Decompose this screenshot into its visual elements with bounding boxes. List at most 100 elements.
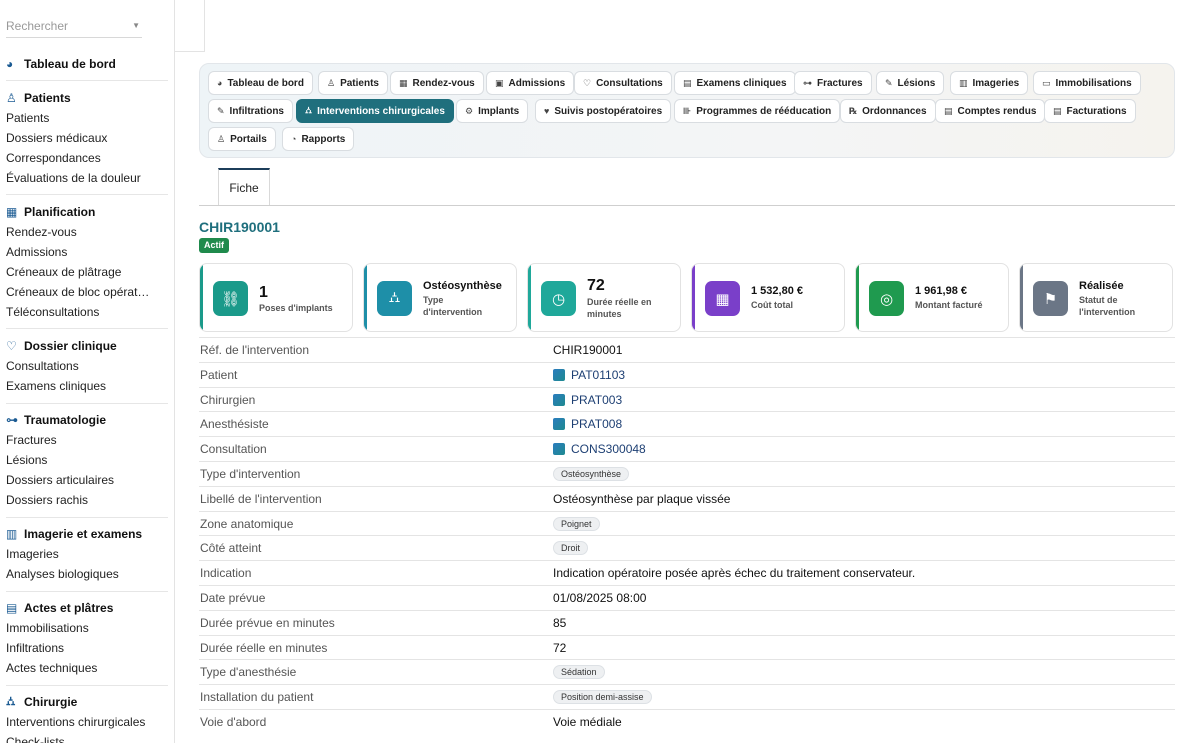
card-accent-bar bbox=[692, 264, 695, 331]
stat-card-implants: ⛓ 1 Poses d'implants bbox=[199, 263, 353, 332]
record-link[interactable]: PRAT008 bbox=[571, 417, 622, 431]
sidebar-item-examens-cliniques[interactable]: Examens cliniques bbox=[0, 376, 174, 396]
field-label: Voie d'abord bbox=[200, 715, 267, 729]
nav-button-label: Immobilisations bbox=[1055, 77, 1132, 89]
nav-button-programmes-reeducation[interactable]: ⊪ Programmes de rééducation bbox=[674, 99, 841, 123]
sidebar-item-admissions[interactable]: Admissions bbox=[0, 242, 174, 262]
nav-button-comptes-rendus[interactable]: ▤ Comptes rendus bbox=[935, 99, 1046, 123]
card-value: Ostéosynthèse bbox=[423, 280, 502, 292]
nav-button-suivis-postoperatoires[interactable]: ♥ Suivis postopératoires bbox=[535, 99, 672, 123]
sidebar-item-patients[interactable]: Patients bbox=[0, 108, 174, 128]
module-nav-panel: ◕ Tableau de bord ♙ Patients ▦ Rendez-vous … bbox=[199, 63, 1175, 158]
field-label: Type d'anesthésie bbox=[200, 665, 297, 680]
sidebar-item-dossiers-medicaux[interactable]: Dossiers médicaux bbox=[0, 128, 174, 148]
card-value: 1 bbox=[259, 284, 268, 301]
nav-button-immobilisations[interactable]: ▭ Immobilisations bbox=[1033, 71, 1141, 95]
field-value-text: Indication opératoire posée après échec … bbox=[553, 566, 916, 581]
nav-button-patients[interactable]: ♙ Patients bbox=[318, 71, 388, 95]
sidebar-item-immobilisations[interactable]: Immobilisations bbox=[0, 618, 174, 638]
search-input[interactable]: Rechercher ▼ bbox=[6, 14, 142, 38]
record-link[interactable]: CONS300048 bbox=[571, 442, 646, 456]
prescription-icon: ℞ bbox=[849, 105, 858, 116]
nav-button-interventions-chirurgicales[interactable]: ⛼ Interventions chirurgicales bbox=[296, 99, 454, 123]
sidebar-item-actes-techniques[interactable]: Actes techniques bbox=[0, 658, 174, 678]
stat-card-statut: ⚑ Réalisée Statut de l'intervention bbox=[1019, 263, 1173, 332]
nav-button-label: Rapports bbox=[301, 133, 346, 145]
field-row: Libellé de l'intervention Ostéosynthèse p… bbox=[199, 485, 1175, 511]
link-icon: ⛓ bbox=[213, 281, 248, 316]
sidebar-item-dashboard[interactable]: ◕ Tableau de bord bbox=[0, 54, 174, 74]
sidebar-item-lesions[interactable]: Lésions bbox=[0, 450, 174, 470]
field-label: Chirurgien bbox=[200, 392, 256, 407]
card-label: Durée réelle en minutes bbox=[587, 297, 652, 319]
field-row: Zone anatomique Poignet bbox=[199, 510, 1175, 536]
sidebar-group-chirurgie: ⛼ Chirurgie Interventions chirurgicales C… bbox=[0, 692, 174, 743]
sidebar-group-title: Traumatologie bbox=[24, 413, 107, 427]
sidebar-item-analyses-biologiques[interactable]: Analyses biologiques bbox=[0, 564, 174, 584]
sidebar-group-title: Patients bbox=[24, 91, 71, 105]
sidebar-group-actes-platres: ▤ Actes et plâtres Immobilisations Infilt… bbox=[0, 598, 174, 678]
card-label: Montant facturé bbox=[915, 300, 983, 310]
value-pill: Droit bbox=[553, 541, 589, 556]
nav-button-fractures[interactable]: ⊶ Fractures bbox=[794, 71, 872, 95]
sidebar-item-dossiers-articulaires[interactable]: Dossiers articulaires bbox=[0, 470, 174, 490]
nav-button-lesions[interactable]: ✎ Lésions bbox=[876, 71, 945, 95]
record-link-icon bbox=[553, 368, 565, 381]
sidebar-item-check-lists[interactable]: Check-lists bbox=[0, 732, 174, 743]
nav-button-implants[interactable]: ⚙ Implants bbox=[456, 99, 529, 123]
sidebar-item-evaluations-douleur[interactable]: Évaluations de la douleur bbox=[0, 168, 174, 188]
field-value: 85 bbox=[553, 616, 566, 630]
nav-button-ordonnances[interactable]: ℞ Ordonnances bbox=[840, 99, 936, 123]
sidebar-item-creneaux-platrage[interactable]: Créneaux de plâtrage bbox=[0, 262, 174, 282]
top-bar-stub bbox=[175, 0, 205, 52]
nav-button-label: Programmes de rééducation bbox=[696, 105, 832, 117]
field-row: Chirurgien PRAT003 bbox=[199, 386, 1175, 412]
sidebar-item-correspondances[interactable]: Correspondances bbox=[0, 148, 174, 168]
sidebar-item-imageries[interactable]: Imageries bbox=[0, 544, 174, 564]
record-link[interactable]: PRAT003 bbox=[571, 393, 622, 407]
sidebar-item-fractures[interactable]: Fractures bbox=[0, 430, 174, 450]
nav-button-label: Facturations bbox=[1066, 105, 1127, 117]
tab-fiche[interactable]: Fiche bbox=[218, 168, 270, 205]
sidebar-group-title: Dossier clinique bbox=[24, 339, 117, 353]
card-value: Réalisée bbox=[1079, 280, 1124, 292]
field-value[interactable]: PAT01103 bbox=[553, 368, 625, 382]
field-row: Durée réelle en minutes 72 bbox=[199, 634, 1175, 660]
sidebar-item-infiltrations[interactable]: Infiltrations bbox=[0, 638, 174, 658]
field-label: Durée réelle en minutes bbox=[200, 640, 328, 655]
nav-button-portails[interactable]: ♙ Portails bbox=[208, 127, 276, 151]
nav-button-imageries[interactable]: ▥ Imageries bbox=[950, 71, 1029, 95]
clock-icon: ◷ bbox=[541, 281, 576, 316]
nav-button-infiltrations[interactable]: ✎ Infiltrations bbox=[208, 99, 293, 123]
field-value[interactable]: PRAT008 bbox=[553, 417, 622, 431]
sidebar-item-interventions-chirurgicales[interactable]: Interventions chirurgicales bbox=[0, 712, 174, 732]
nav-button-consultations[interactable]: ♡ Consultations bbox=[574, 71, 672, 95]
sidebar-item-dossiers-rachis[interactable]: Dossiers rachis bbox=[0, 490, 174, 510]
field-value-text: Ostéosynthèse par plaque vissée bbox=[553, 491, 731, 506]
field-value[interactable]: CONS300048 bbox=[553, 442, 646, 456]
sidebar-item-rendez-vous[interactable]: Rendez-vous bbox=[0, 222, 174, 242]
field-row: Installation du patient Position demi-ass… bbox=[199, 684, 1175, 709]
nav-button-tableau-de-bord[interactable]: ◕ Tableau de bord bbox=[208, 71, 313, 95]
nav-button-admissions[interactable]: ▣ Admissions bbox=[486, 71, 575, 95]
sidebar-item-teleconsultations[interactable]: Téléconsultations bbox=[0, 302, 174, 322]
field-value: Poignet bbox=[553, 516, 600, 531]
nav-button-rendez-vous[interactable]: ▦ Rendez-vous bbox=[390, 71, 484, 95]
dumbbell-icon: ⊪ bbox=[683, 105, 692, 116]
users-icon: ♙ bbox=[217, 133, 226, 144]
nav-button-rapports[interactable]: ◔ Rapports bbox=[282, 127, 355, 151]
nav-button-facturations[interactable]: ▤ Facturations bbox=[1044, 99, 1136, 123]
nav-button-examens-cliniques[interactable]: ▤ Examens cliniques bbox=[674, 71, 796, 95]
sidebar-group-title: Planification bbox=[24, 205, 96, 219]
nav-button-label: Implants bbox=[478, 105, 520, 117]
calendar-icon: ▦ bbox=[399, 77, 408, 88]
card-accent-bar bbox=[1020, 264, 1023, 331]
sidebar-item-consultations[interactable]: Consultations bbox=[0, 356, 174, 376]
clipboard-icon: ▣ bbox=[495, 77, 504, 88]
field-value[interactable]: PRAT003 bbox=[553, 393, 622, 407]
field-row: Consultation CONS300048 bbox=[199, 436, 1175, 461]
record-link[interactable]: PAT01103 bbox=[571, 368, 625, 382]
nav-button-label: Suivis postopératoires bbox=[554, 105, 663, 117]
sidebar-item-creneaux-bloc[interactable]: Créneaux de bloc opérat… bbox=[0, 282, 174, 302]
tab-fiche-label: Fiche bbox=[229, 180, 259, 195]
